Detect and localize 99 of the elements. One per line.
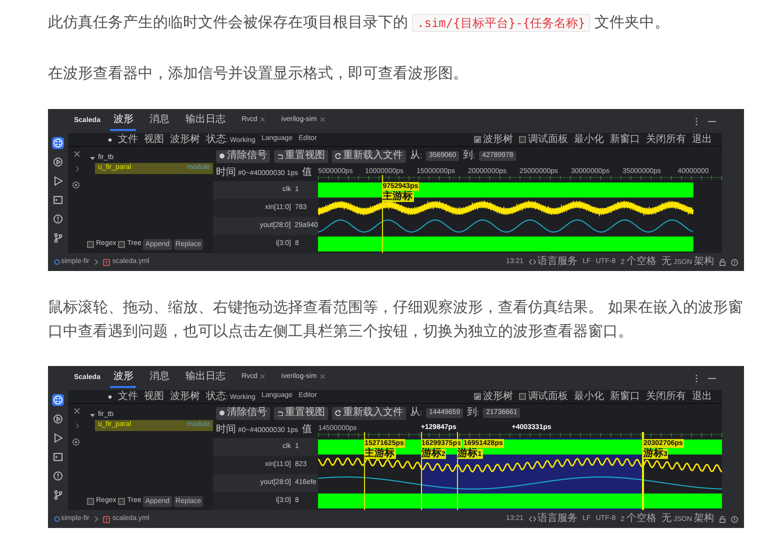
tab[interactable]: 波形 bbox=[110, 111, 136, 131]
column-header: 值 bbox=[302, 167, 312, 179]
paragraph-text: 此仿真任务产生的临时文件会被保存在项目根目录下的 bbox=[48, 13, 408, 31]
alert-icon[interactable] bbox=[731, 258, 738, 266]
paragraph-text: 在波形查看器中，添加信号并设置显示格式，即可查看波形图。 bbox=[48, 64, 468, 82]
play-circle-icon[interactable] bbox=[52, 413, 64, 425]
paragraph-text: 鼠标滚轮、拖动、缩放、右键拖动选择查看范围等，仔细观察波形，查看仿真结果。 如果在嵌入的波形窗口中查看遇到问题，也可以点击左侧工具栏第三个按钮，切换为独立的波形查看器窗口。 bbox=[48, 298, 743, 340]
play-icon[interactable] bbox=[52, 175, 64, 187]
gear-icon[interactable] bbox=[72, 181, 81, 189]
alert-icon[interactable] bbox=[731, 516, 738, 522]
lock-icon[interactable] bbox=[719, 516, 726, 522]
branch-icon[interactable] bbox=[52, 489, 64, 501]
cursor-name-label: 主游标 bbox=[364, 449, 396, 459]
lock-icon[interactable] bbox=[719, 258, 726, 266]
kebab-menu-icon[interactable] bbox=[695, 374, 698, 382]
clear-icon bbox=[219, 410, 225, 416]
checkbox[interactable] bbox=[474, 393, 481, 400]
cursor-line[interactable] bbox=[456, 432, 458, 510]
status-item[interactable]: 语言服务 bbox=[538, 256, 578, 268]
clear-icon bbox=[219, 153, 225, 159]
close-icon[interactable] bbox=[320, 117, 325, 122]
reload-icon bbox=[335, 410, 341, 416]
menu-item[interactable]: 最小化 bbox=[574, 390, 604, 402]
checkbox-label: 调试面板 bbox=[528, 390, 568, 402]
menu-item[interactable]: 退出 bbox=[692, 390, 712, 402]
undo-icon bbox=[277, 153, 283, 159]
tab[interactable]: 输出日志 bbox=[182, 368, 228, 388]
caret-down-icon bbox=[90, 412, 95, 418]
minimize-icon[interactable] bbox=[708, 120, 716, 122]
checkbox[interactable] bbox=[118, 240, 126, 248]
toolbar-button[interactable]: 清除信号 bbox=[216, 150, 270, 162]
dot-icon bbox=[108, 394, 112, 398]
menu-item[interactable]: 关闭所有 bbox=[646, 134, 686, 146]
cursor-line[interactable] bbox=[642, 432, 644, 510]
tab[interactable]: 波形 bbox=[110, 368, 136, 388]
paragraph-text: 文件夹中。 bbox=[594, 13, 670, 31]
reload-icon bbox=[335, 153, 341, 159]
checkbox-label: 调试面板 bbox=[528, 134, 568, 146]
grid-circle-icon[interactable] bbox=[52, 394, 64, 406]
menu-item[interactable]: 波形树 bbox=[170, 390, 200, 402]
status-item[interactable]: 语言服务 bbox=[538, 513, 578, 525]
kebab-menu-icon[interactable] bbox=[695, 116, 698, 126]
chevron-icon bbox=[94, 516, 98, 522]
menu-item[interactable]: 视图 bbox=[144, 390, 164, 402]
terminal-icon[interactable] bbox=[52, 194, 64, 206]
column-header: 值 bbox=[302, 424, 312, 436]
tab[interactable]: 消息 bbox=[146, 368, 172, 388]
alert-icon[interactable] bbox=[52, 470, 64, 482]
circle-icon bbox=[54, 516, 60, 522]
close-icon[interactable] bbox=[260, 117, 266, 122]
checkbox[interactable] bbox=[474, 136, 481, 143]
toolbar-button[interactable]: 重新载入文件 bbox=[332, 150, 406, 162]
minimize-icon[interactable] bbox=[708, 376, 716, 380]
tab[interactable]: 消息 bbox=[146, 111, 172, 131]
checkbox[interactable] bbox=[87, 498, 94, 505]
checkbox[interactable] bbox=[87, 240, 94, 248]
code-icon bbox=[528, 516, 536, 522]
terminal-icon[interactable] bbox=[52, 451, 64, 463]
branch-icon[interactable] bbox=[52, 232, 64, 244]
checkbox[interactable] bbox=[118, 498, 126, 505]
close-icon[interactable] bbox=[320, 374, 325, 380]
checkbox[interactable] bbox=[519, 393, 526, 400]
checkbox[interactable] bbox=[519, 136, 526, 143]
toolbar-button[interactable]: 清除信号 bbox=[216, 406, 270, 420]
close-icon[interactable] bbox=[74, 151, 80, 157]
toolbar-button[interactable]: 重新载入文件 bbox=[332, 406, 406, 420]
menu-item[interactable]: 波形树 bbox=[170, 134, 200, 146]
menu-item[interactable]: 视图 bbox=[144, 134, 164, 146]
yaml-file-icon bbox=[103, 516, 110, 522]
menu-item[interactable]: 新窗口 bbox=[610, 134, 640, 146]
inline-code: .sim/{目标平台}-{任务名称} bbox=[412, 14, 590, 32]
menu-item[interactable]: 关闭所有 bbox=[646, 390, 686, 402]
chevron-icon[interactable] bbox=[74, 423, 78, 429]
menu-item[interactable]: 新窗口 bbox=[610, 390, 640, 402]
grid-circle-icon[interactable] bbox=[52, 137, 64, 149]
cursor-name-label: 主游标 bbox=[382, 192, 414, 202]
tab[interactable]: 输出日志 bbox=[182, 111, 228, 131]
yaml-file-icon bbox=[103, 258, 110, 266]
toolbar-button[interactable]: 重置视图 bbox=[274, 406, 328, 420]
close-icon[interactable] bbox=[260, 374, 266, 380]
checkbox-label: 波形树 bbox=[483, 134, 513, 146]
play-icon[interactable] bbox=[52, 432, 64, 444]
alert-icon[interactable] bbox=[52, 213, 64, 225]
gear-icon[interactable] bbox=[72, 438, 81, 446]
undo-icon bbox=[277, 410, 283, 416]
menu-item[interactable]: 文件 bbox=[118, 390, 138, 402]
checkbox-label: 波形树 bbox=[483, 390, 513, 402]
menu-item[interactable]: 文件 bbox=[118, 134, 138, 146]
chevron-icon bbox=[94, 259, 98, 265]
dot-icon bbox=[108, 138, 112, 142]
play-circle-icon[interactable] bbox=[52, 156, 64, 168]
code-icon bbox=[528, 259, 536, 265]
menu-item[interactable]: 退出 bbox=[692, 134, 712, 146]
menu-item[interactable]: 最小化 bbox=[574, 134, 604, 146]
chevron-icon[interactable] bbox=[74, 166, 78, 172]
close-icon[interactable] bbox=[74, 408, 80, 414]
circle-icon bbox=[54, 259, 60, 265]
caret-down-icon bbox=[90, 156, 95, 161]
toolbar-button[interactable]: 重置视图 bbox=[274, 150, 328, 162]
